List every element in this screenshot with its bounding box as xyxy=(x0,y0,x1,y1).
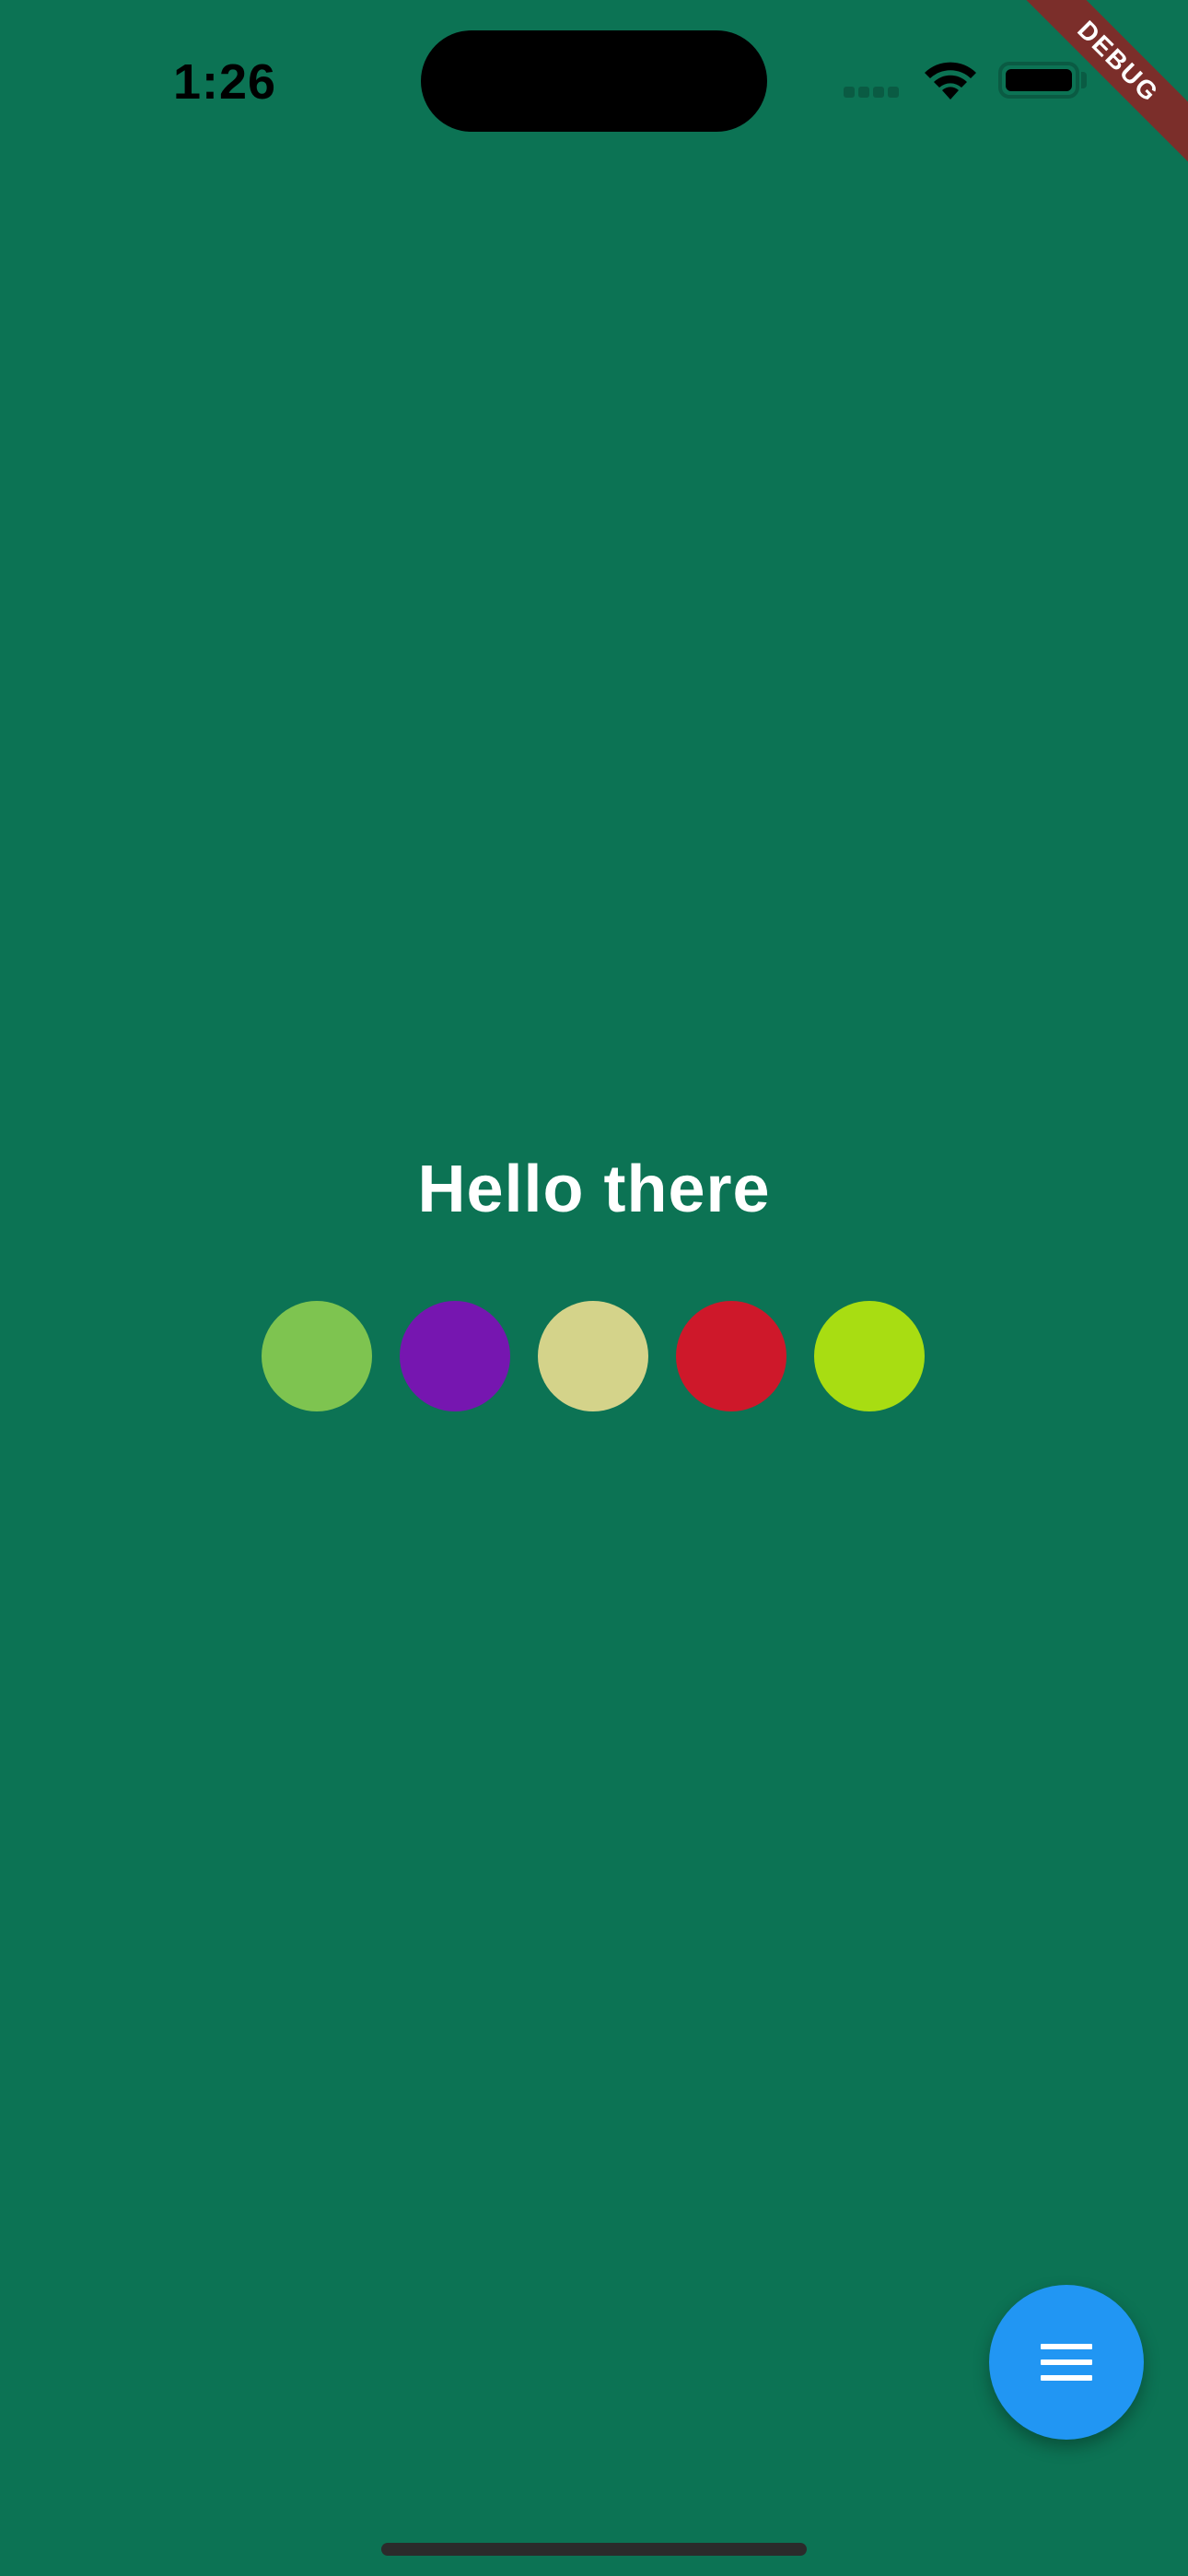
color-dot xyxy=(400,1301,510,1411)
color-dot xyxy=(262,1301,372,1411)
home-indicator[interactable] xyxy=(381,2543,807,2556)
wifi-icon xyxy=(925,62,976,100)
color-dots-row xyxy=(262,1301,925,1411)
color-dot xyxy=(538,1301,648,1411)
debug-banner: DEBUG xyxy=(1011,0,1188,169)
menu-fab-button[interactable] xyxy=(989,2285,1144,2440)
dynamic-island xyxy=(421,30,767,132)
color-dot xyxy=(814,1301,925,1411)
cellular-signal-icon xyxy=(844,87,903,100)
page-title: Hello there xyxy=(417,1153,771,1226)
status-time: 1:26 xyxy=(173,54,277,110)
color-dot xyxy=(676,1301,786,1411)
debug-banner-container: DEBUG xyxy=(1004,0,1188,184)
menu-icon xyxy=(1041,2344,1092,2381)
